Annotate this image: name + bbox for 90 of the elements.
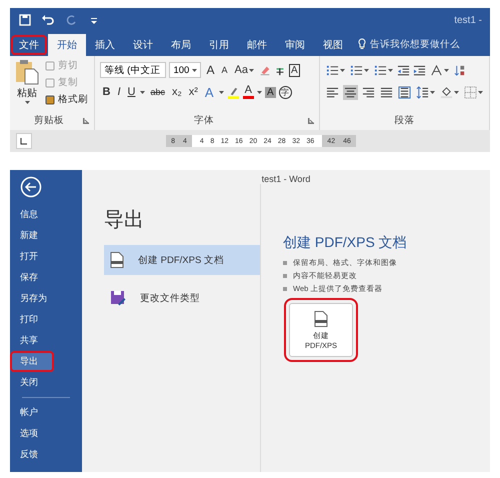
dropdown-icon (388, 68, 393, 72)
tab-stop-icon[interactable] (16, 133, 32, 149)
backstage-menu-item[interactable]: 打印 (10, 309, 82, 330)
line-spacing-icon[interactable] (416, 86, 429, 98)
dropdown-icon (444, 68, 449, 72)
group-label: 剪贴板 (33, 114, 66, 127)
dropdown-icon (248, 68, 254, 72)
window-title: test1 - (454, 14, 482, 26)
sort-icon[interactable] (453, 64, 466, 76)
backstage-menu-item[interactable]: 新建 (10, 225, 82, 246)
font-command[interactable]: A (242, 85, 254, 99)
ribbon-tab[interactable]: 视图 (314, 34, 352, 56)
decrease-indent-icon[interactable] (397, 64, 410, 76)
font-name-field[interactable]: 等线 (中文正 (100, 62, 166, 78)
font-command[interactable]: A (202, 84, 216, 100)
save-icon[interactable] (18, 13, 32, 27)
group-label: 段落 (394, 114, 416, 127)
font-command[interactable]: I (115, 86, 122, 98)
section-title: 创建 PDF/XPS 文档 (283, 234, 408, 252)
font-command[interactable]: A (264, 86, 276, 98)
backstage-menu-item[interactable]: 打开 (10, 246, 82, 267)
backstage-menu-item[interactable]: 关闭 (10, 372, 82, 393)
dropdown-icon (340, 68, 345, 72)
ribbon-tab[interactable]: 审阅 (276, 34, 314, 56)
ribbon-tab[interactable]: 布局 (162, 34, 200, 56)
dropdown-icon (140, 90, 146, 94)
undo-icon[interactable] (41, 13, 55, 27)
asian-layout-icon[interactable] (430, 64, 443, 76)
dropdown-icon (192, 68, 198, 72)
backstage-menu-item[interactable]: 帐户 (10, 402, 82, 423)
bullet-icon (283, 260, 287, 264)
group-label: 字体 (193, 114, 216, 127)
lightbulb-icon (358, 38, 366, 50)
font-command[interactable]: A (220, 65, 230, 75)
ribbon-tab[interactable]: 文件 (10, 34, 48, 56)
list-icon[interactable] (374, 64, 387, 76)
backstage-menu-item[interactable]: 另存为 (10, 288, 82, 309)
font-size-field[interactable]: 100 (169, 62, 202, 78)
export-option[interactable]: 更改文件类型 (104, 283, 260, 313)
font-command[interactable]: A (288, 64, 300, 76)
bullet-icon (283, 274, 287, 278)
paste-button[interactable]: 粘贴 (15, 59, 39, 114)
redo-icon[interactable] (64, 13, 78, 27)
font-command[interactable]: x₂ (170, 86, 184, 98)
document-icon (110, 252, 124, 268)
font-command[interactable]: x² (186, 86, 200, 98)
ribbon-tab[interactable]: 插入 (86, 34, 124, 56)
ribbon-tab[interactable]: 开始 (48, 34, 86, 56)
clipboard-command[interactable]: 格式刷 (45, 93, 88, 106)
dropdown-icon (24, 101, 30, 104)
ribbon-tab[interactable]: 引用 (200, 34, 238, 56)
alignment-button[interactable] (343, 84, 358, 100)
backstage-menu-item[interactable]: 信息 (10, 204, 82, 225)
font-command[interactable]: 字 (278, 86, 292, 98)
save-as-icon (110, 290, 126, 306)
backstage-menu-item[interactable]: 反馈 (10, 444, 82, 465)
list-icon[interactable] (350, 64, 363, 76)
dropdown-icon (454, 90, 459, 94)
dropdown-icon (478, 90, 483, 94)
dropdown-icon (364, 68, 369, 72)
font-command[interactable]: U (126, 86, 138, 98)
backstage-menu-item[interactable]: 导出 (10, 351, 54, 372)
highlighter-icon[interactable] (226, 86, 240, 98)
increase-indent-icon[interactable] (413, 64, 426, 76)
tell-me-field[interactable]: 告诉我你想要做什么 (370, 38, 460, 50)
font-command[interactable]: A (204, 63, 216, 77)
shading-icon[interactable] (440, 86, 453, 98)
document-icon (314, 310, 328, 326)
dropdown-icon (218, 90, 224, 94)
font-command[interactable]: abc (148, 87, 167, 97)
page-heading: 导出 (104, 208, 145, 233)
ribbon-tab[interactable]: 邮件 (238, 34, 276, 56)
clipboard-icon (15, 59, 39, 85)
dropdown-icon (256, 90, 262, 94)
borders-icon[interactable] (464, 86, 477, 98)
dialog-launcher-icon[interactable] (308, 118, 314, 124)
backstage-menu-item[interactable]: 保存 (10, 267, 82, 288)
font-command[interactable]: B (100, 86, 112, 98)
window-title: test1 - Word (260, 173, 312, 184)
backstage-menu-item[interactable]: 选项 (10, 423, 82, 444)
bullet-icon (283, 286, 287, 290)
backstage-menu-item[interactable]: 共享 (10, 330, 82, 351)
alignment-button[interactable] (397, 84, 412, 100)
export-option[interactable]: 创建 PDF/XPS 文档 (104, 245, 260, 275)
dialog-launcher-icon[interactable] (83, 118, 90, 124)
ribbon-tab[interactable]: 设计 (124, 34, 162, 56)
font-command[interactable]: Aa (232, 64, 256, 76)
dropdown-icon (430, 90, 435, 94)
list-icon[interactable] (326, 64, 339, 76)
back-icon[interactable] (20, 176, 42, 198)
